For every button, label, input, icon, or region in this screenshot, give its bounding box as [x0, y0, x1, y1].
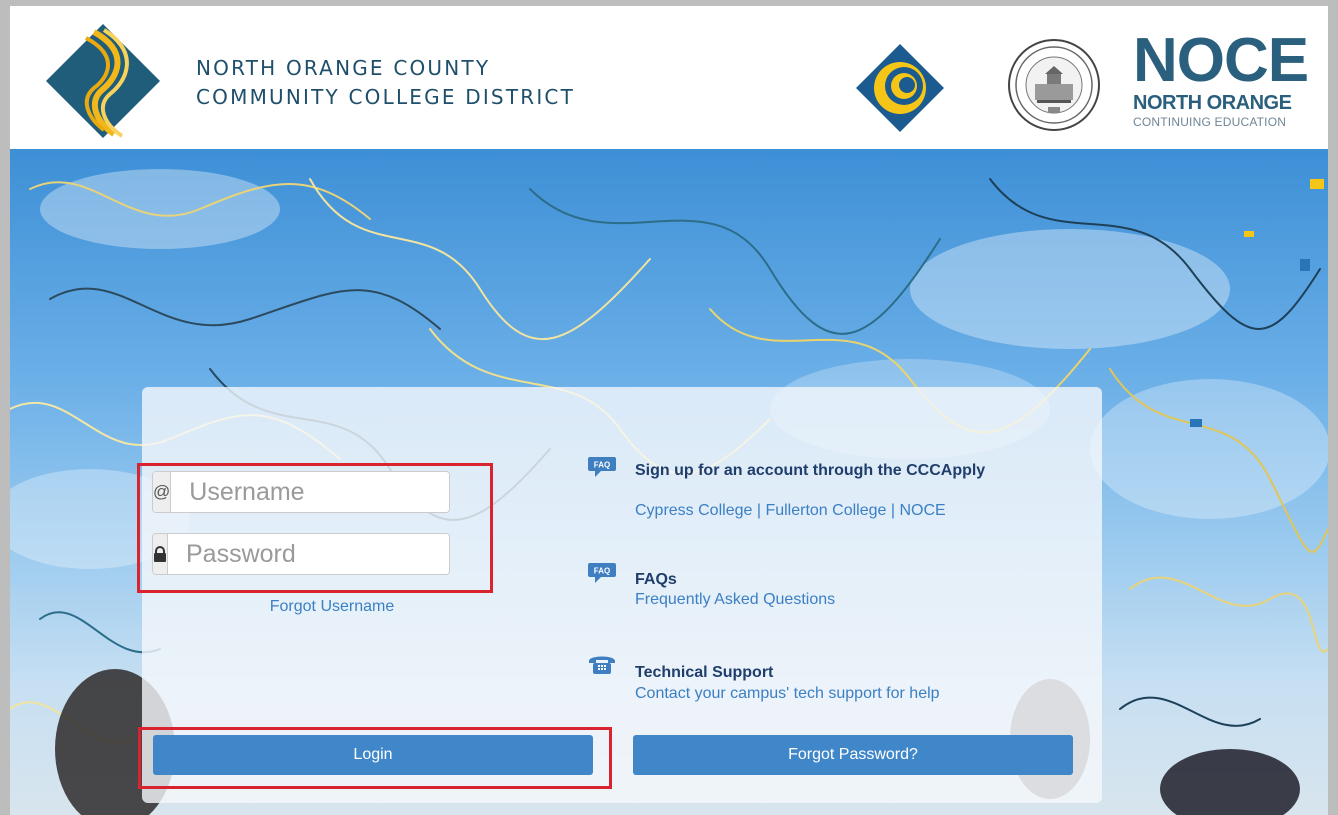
password-input-group: [152, 533, 450, 575]
page-header: NORTH ORANGE COUNTY COMMUNITY COLLEGE DI…: [10, 6, 1328, 149]
fullerton-college-link[interactable]: Fullerton College: [765, 502, 886, 519]
password-input[interactable]: [168, 534, 449, 574]
district-name-line1: NORTH ORANGE COUNTY: [196, 56, 491, 80]
district-name-line2: COMMUNITY COLLEGE DISTRICT: [196, 85, 576, 109]
telephone-icon: [589, 656, 615, 674]
at-sign-icon: @: [153, 472, 172, 512]
username-input-group: @: [152, 471, 450, 513]
forgot-password-button[interactable]: Forgot Password?: [633, 735, 1073, 775]
district-name: NORTH ORANGE COUNTY COMMUNITY COLLEGE DI…: [196, 54, 575, 112]
forgot-username-link[interactable]: Forgot Username: [232, 598, 432, 616]
username-input[interactable]: [171, 472, 449, 512]
noce-logo-line1: NORTH ORANGE: [1133, 92, 1292, 114]
lock-icon: [153, 534, 168, 574]
fullerton-college-seal-icon: [1008, 39, 1100, 131]
faq-bubble-icon: FAQ: [588, 457, 616, 477]
faq-title: FAQs: [635, 571, 677, 588]
link-separator: |: [886, 502, 900, 519]
noce-link[interactable]: NOCE: [899, 502, 945, 519]
signup-title: Sign up for an account through the CCCAp…: [635, 462, 986, 479]
tech-support-link[interactable]: Contact your campus' tech support for he…: [635, 685, 940, 703]
cypress-college-logo-icon: [856, 44, 944, 132]
noce-logo-title: NOCE: [1133, 26, 1309, 95]
district-logo-icon: [46, 24, 160, 138]
faq-bubble-text: FAQ: [594, 567, 610, 576]
noce-logo-line2: CONTINUING EDUCATION: [1133, 115, 1287, 129]
faq-bubble-icon: FAQ: [588, 563, 616, 583]
cypress-college-link[interactable]: Cypress College: [635, 502, 752, 519]
noce-logo: NOCE NORTH ORANGE CONTINUING EDUCATION: [1133, 26, 1309, 140]
tech-support-title: Technical Support: [635, 664, 774, 681]
signup-links: Cypress College | Fullerton College | NO…: [635, 502, 946, 520]
faq-link[interactable]: Frequently Asked Questions: [635, 591, 835, 609]
link-separator: |: [752, 502, 766, 519]
faq-bubble-text: FAQ: [594, 461, 610, 470]
login-button[interactable]: Login: [153, 735, 593, 775]
